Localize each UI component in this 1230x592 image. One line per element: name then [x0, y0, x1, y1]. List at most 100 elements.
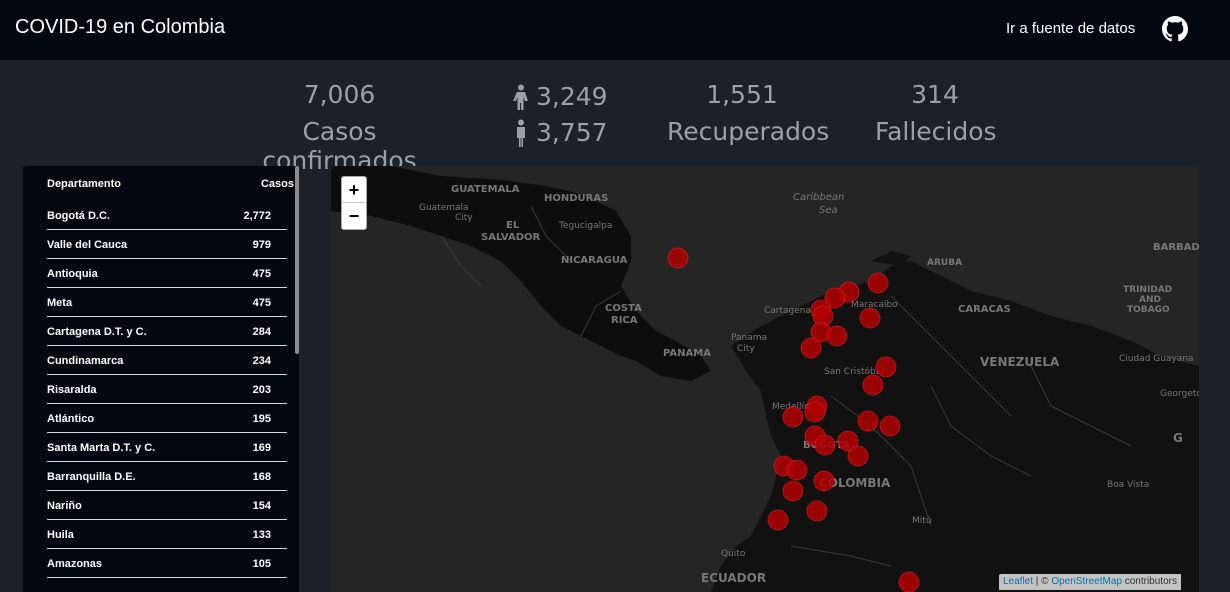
zoom-in-button[interactable]: +	[342, 177, 366, 203]
case-marker[interactable]	[875, 356, 897, 378]
table-row[interactable]: Huila 133	[47, 520, 287, 549]
map-label-georgetown: Georgetow	[1160, 389, 1199, 399]
map-label-barbados: BARBAD	[1153, 242, 1199, 253]
department-name: Valle del Cauca	[47, 239, 128, 251]
table-row[interactable]: Atlántico 195	[47, 404, 287, 433]
confirmed-stat: 7,006 Casos confirmados	[232, 80, 447, 175]
map-label-quito: Quito	[721, 549, 746, 559]
case-marker[interactable]	[857, 410, 879, 432]
map-label-el-salvador1: EL	[506, 220, 520, 231]
table-scrollbar-thumb[interactable]	[295, 166, 299, 354]
recovered-value: 1,551	[706, 80, 778, 109]
case-marker[interactable]	[879, 415, 901, 437]
female-icon	[513, 84, 528, 110]
table-row[interactable]: Valle del Cauca 979	[47, 230, 287, 259]
osm-link[interactable]: OpenStreetMap	[1051, 576, 1122, 587]
attribution-separator: | ©	[1033, 576, 1052, 587]
map-label-el-salvador2: SALVADOR	[481, 232, 541, 243]
department-table[interactable]: Departamento Casos Bogotá D.C. 2,772 Valle…	[23, 166, 299, 592]
department-cases: 154	[252, 500, 271, 512]
department-name: Amazonas	[47, 558, 103, 570]
table-row[interactable]: Antioquia 475	[47, 259, 287, 288]
case-marker[interactable]	[786, 459, 808, 481]
map-label-guatemala-city: Guatemala	[419, 203, 469, 213]
department-name: Santa Marta D.T. y C.	[47, 442, 156, 454]
department-name: Antioquia	[47, 268, 98, 280]
map-tiles: GUATEMALA Guatemala City HONDURAS Teguci…	[331, 166, 1199, 592]
case-marker[interactable]	[862, 374, 884, 396]
case-marker[interactable]	[782, 480, 804, 502]
map-label-caribbean2: Sea	[819, 205, 838, 216]
table-row[interactable]: Cartagena D.T. y C. 284	[47, 317, 287, 346]
map-label-ecuador: ECUADOR	[701, 571, 766, 585]
map-label-costa-rica2: RICA	[611, 315, 638, 326]
case-marker[interactable]	[813, 470, 835, 492]
map-label-panama: PANAMA	[663, 348, 711, 359]
department-cases: 105	[252, 558, 271, 570]
table-row[interactable]: Amazonas 105	[47, 549, 287, 578]
map-label-boa-vista: Boa Vista	[1107, 480, 1149, 490]
department-cases: 475	[252, 297, 271, 309]
table-row[interactable]: Risaralda 203	[47, 375, 287, 404]
map-label-g: G	[1173, 431, 1183, 445]
department-name: Meta	[47, 297, 73, 309]
leaflet-link[interactable]: Leaflet	[1003, 576, 1033, 587]
case-marker[interactable]	[814, 434, 836, 456]
department-cases: 234	[252, 355, 271, 367]
department-name: Nariño	[47, 500, 82, 512]
table-row[interactable]: Bogotá D.C. 2,772	[47, 201, 287, 230]
map-label-guatemala: GUATEMALA	[451, 184, 520, 195]
map-label-mitu: Mitú	[912, 516, 932, 526]
female-stat: 3,249	[512, 82, 608, 111]
case-marker[interactable]	[806, 500, 828, 522]
table-row[interactable]: Barranquilla D.E. 168	[47, 462, 287, 491]
map-attribution: Leaflet | © OpenStreetMap contributors	[999, 574, 1181, 590]
case-marker[interactable]	[867, 272, 889, 294]
map-label-honduras: HONDURAS	[544, 193, 608, 204]
map-label-cartagena: Cartagena	[764, 306, 811, 316]
department-cases: 979	[252, 239, 271, 251]
header-cases: Casos	[260, 178, 294, 190]
case-marker[interactable]	[898, 571, 920, 592]
department-name: Cartagena D.T. y C.	[47, 326, 147, 338]
navbar: COVID-19 en Colombia Ir a fuente de dato…	[0, 0, 1230, 60]
table-row[interactable]: Nariño 154	[47, 491, 287, 520]
case-marker[interactable]	[826, 325, 848, 347]
map-label-ciudad-guayana: Ciudad Guayana	[1119, 354, 1194, 364]
deaths-stat: 314 Fallecidos	[875, 80, 997, 146]
data-source-link[interactable]: Ir a fuente de datos	[1006, 20, 1135, 37]
department-name: Atlántico	[47, 413, 95, 425]
map-label-trinidad3: TOBAGO	[1127, 305, 1170, 315]
map-label-venezuela: VENEZUELA	[980, 355, 1060, 369]
case-marker[interactable]	[667, 247, 689, 269]
map-label-caribbean1: Caribbean	[793, 192, 844, 203]
case-marker[interactable]	[804, 401, 826, 423]
map[interactable]: GUATEMALA Guatemala City HONDURAS Teguci…	[331, 166, 1199, 592]
case-marker[interactable]	[847, 445, 869, 467]
case-marker[interactable]	[782, 406, 804, 428]
department-name: Huila	[47, 529, 74, 541]
table-row[interactable]: Cundinamarca 234	[47, 346, 287, 375]
map-label-aruba: ARUBA	[927, 258, 962, 268]
map-label-panama-city2: City	[737, 344, 755, 354]
zoom-out-button[interactable]: −	[342, 203, 366, 229]
table-header: Departamento Casos	[47, 178, 294, 198]
department-name: Risaralda	[47, 384, 97, 396]
table-row[interactable]: Santa Marta D.T. y C. 169	[47, 433, 287, 462]
department-cases: 168	[252, 471, 271, 483]
case-marker[interactable]	[800, 337, 822, 359]
department-name: Barranquilla D.E.	[47, 471, 136, 483]
map-label-panama-city1: Panama	[731, 333, 767, 343]
department-cases: 169	[252, 442, 271, 454]
case-marker[interactable]	[767, 509, 789, 531]
app-title: COVID-19 en Colombia	[15, 16, 226, 38]
attribution-tail: contributors	[1121, 576, 1177, 587]
male-value: 3,757	[536, 118, 608, 147]
github-icon[interactable]	[1162, 16, 1188, 42]
department-cases: 203	[252, 384, 271, 396]
department-cases: 475	[252, 268, 271, 280]
table-row[interactable]: Meta 475	[47, 288, 287, 317]
female-value: 3,249	[536, 82, 608, 111]
case-marker[interactable]	[859, 307, 881, 329]
map-label-costa-rica1: COSTA	[605, 303, 642, 314]
